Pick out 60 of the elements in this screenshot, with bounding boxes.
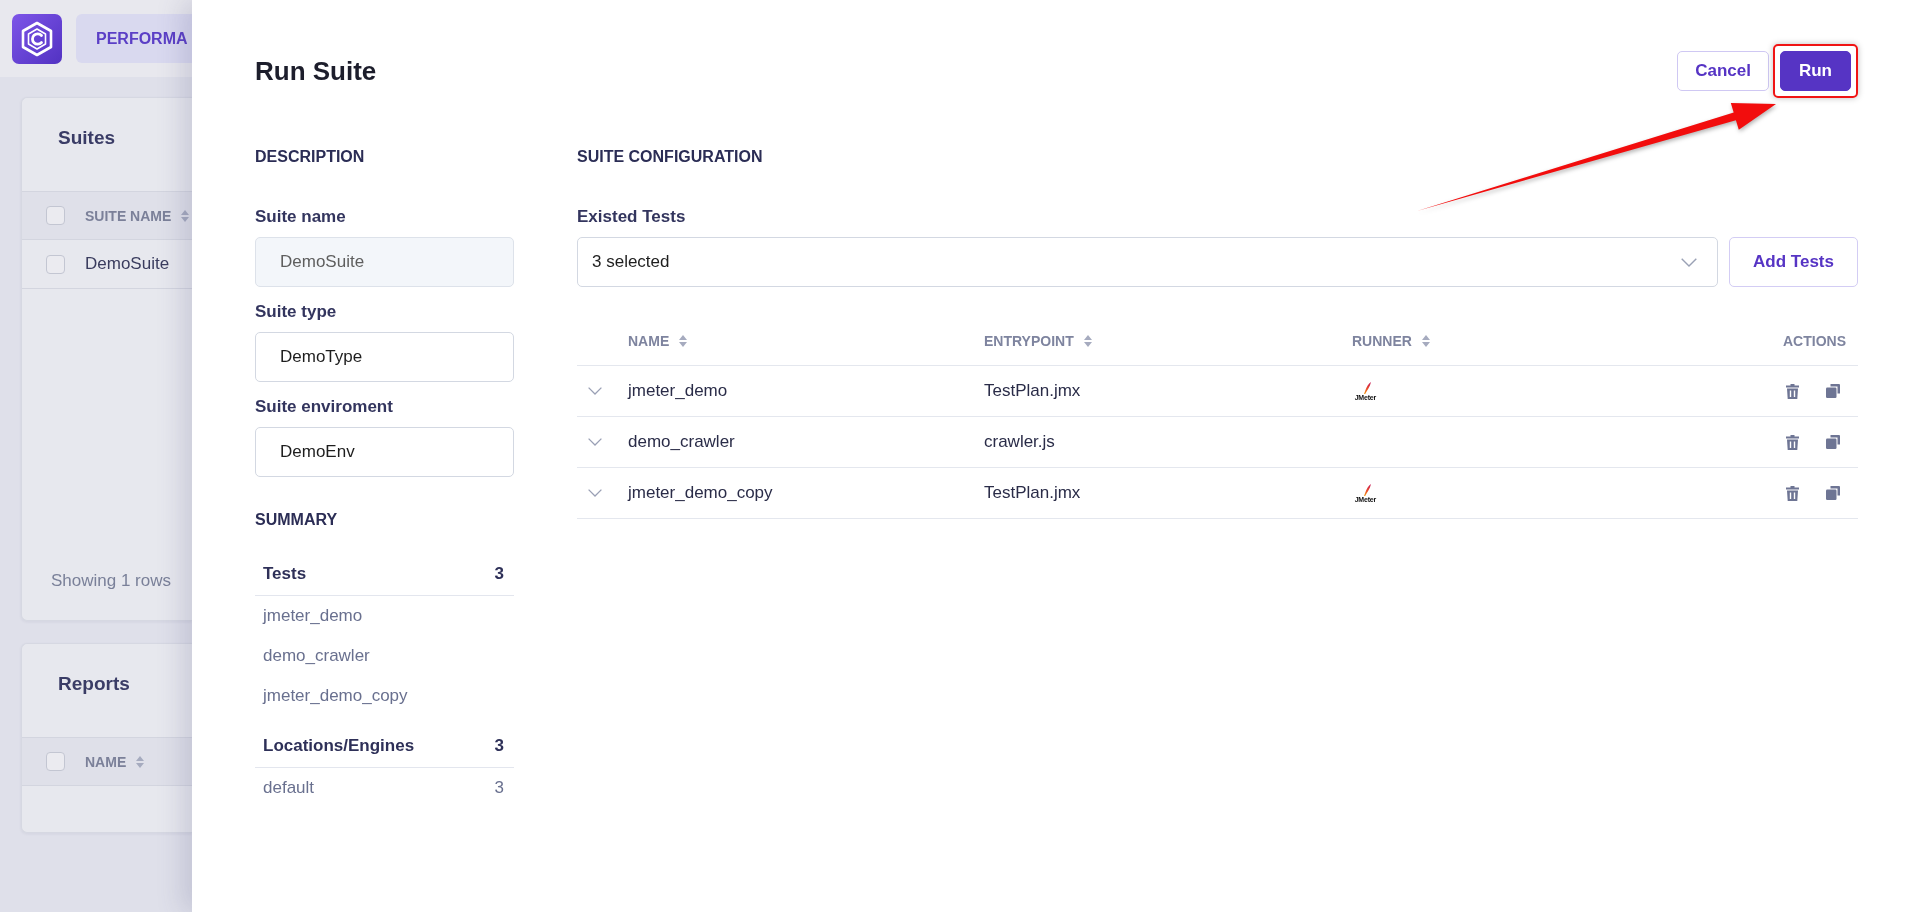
secondary-button[interactable]: Cancel — [1677, 51, 1769, 91]
trash-icon[interactable] — [1786, 485, 1799, 501]
chevron-down-icon[interactable] — [588, 489, 602, 497]
summary-count: 3 — [494, 736, 504, 756]
summary-item: demo_crawler — [263, 646, 370, 666]
table-cell: crawler.js — [984, 432, 1055, 451]
text-field: DemoSuite — [255, 237, 514, 287]
sort-icon[interactable] — [679, 334, 688, 347]
field-label: Suite name — [255, 206, 347, 228]
chevron-down-icon[interactable] — [588, 387, 602, 395]
table-cell: jmeter_demo — [628, 381, 728, 400]
summary-item: jmeter_demo_copy — [263, 686, 408, 706]
summary-item: jmeter_demo — [263, 606, 363, 626]
column-header[interactable]: RUNNER — [1352, 332, 1412, 349]
feather-icon — [1364, 484, 1371, 496]
column-header[interactable]: ENTRYPOINT — [984, 332, 1074, 349]
table-cell: demo_crawler — [628, 432, 735, 451]
copy-icon[interactable] — [1826, 384, 1840, 398]
sort-icon[interactable] — [1421, 334, 1430, 347]
table-cell: DemoSuite — [85, 254, 170, 274]
table-cell: jmeter_demo_copy — [628, 483, 773, 502]
summary-group-label: Tests — [263, 564, 307, 584]
chevron-down-icon[interactable] — [588, 438, 602, 446]
nav-tab[interactable]: PERFORMA — [76, 14, 192, 63]
chevron-down-icon — [1681, 257, 1697, 267]
dialog-title: Run Suite — [255, 55, 378, 87]
sort-icon[interactable] — [181, 209, 190, 222]
summary-group-label: Locations/Engines — [263, 736, 415, 756]
column-header[interactable]: NAME — [628, 332, 670, 349]
hexagon-logo-icon — [12, 13, 62, 64]
add-button[interactable]: Add Tests — [1729, 237, 1858, 287]
checkbox[interactable] — [46, 752, 65, 771]
trash-icon[interactable] — [1786, 383, 1799, 399]
section-heading: SUMMARY — [255, 510, 339, 530]
card-title: Reports — [58, 673, 130, 694]
sort-icon[interactable] — [136, 755, 145, 768]
field-label: Existed Tests — [577, 206, 687, 228]
card-title: Suites — [58, 127, 116, 148]
checkbox[interactable] — [46, 254, 65, 274]
text-field[interactable]: DemoEnv — [255, 427, 514, 477]
section-heading: DESCRIPTION — [255, 147, 366, 167]
sort-icon[interactable] — [1083, 334, 1092, 347]
primary-button[interactable]: Run — [1779, 51, 1851, 91]
copy-icon[interactable] — [1826, 486, 1840, 500]
field-label: Suite type — [255, 301, 338, 323]
feather-icon — [1364, 382, 1371, 394]
section-heading: SUITE CONFIGURATION — [577, 147, 764, 167]
summary-count: 3 — [494, 564, 504, 584]
summary-count: 3 — [494, 778, 504, 798]
table-cell: TestPlan.jmx — [984, 381, 1081, 400]
checkbox[interactable] — [46, 206, 65, 225]
column-header: ACTIONS — [1783, 332, 1846, 349]
summary-item: default — [263, 778, 315, 798]
table-cell: TestPlan.jmx — [984, 483, 1081, 502]
field-label: Suite enviroment — [255, 396, 394, 418]
trash-icon[interactable] — [1786, 434, 1799, 450]
row-count-text: Showing 1 rows — [51, 571, 171, 590]
text-field[interactable]: DemoType — [255, 332, 514, 382]
copy-icon[interactable] — [1826, 435, 1840, 449]
select-field[interactable]: 3 selected — [577, 237, 1718, 287]
